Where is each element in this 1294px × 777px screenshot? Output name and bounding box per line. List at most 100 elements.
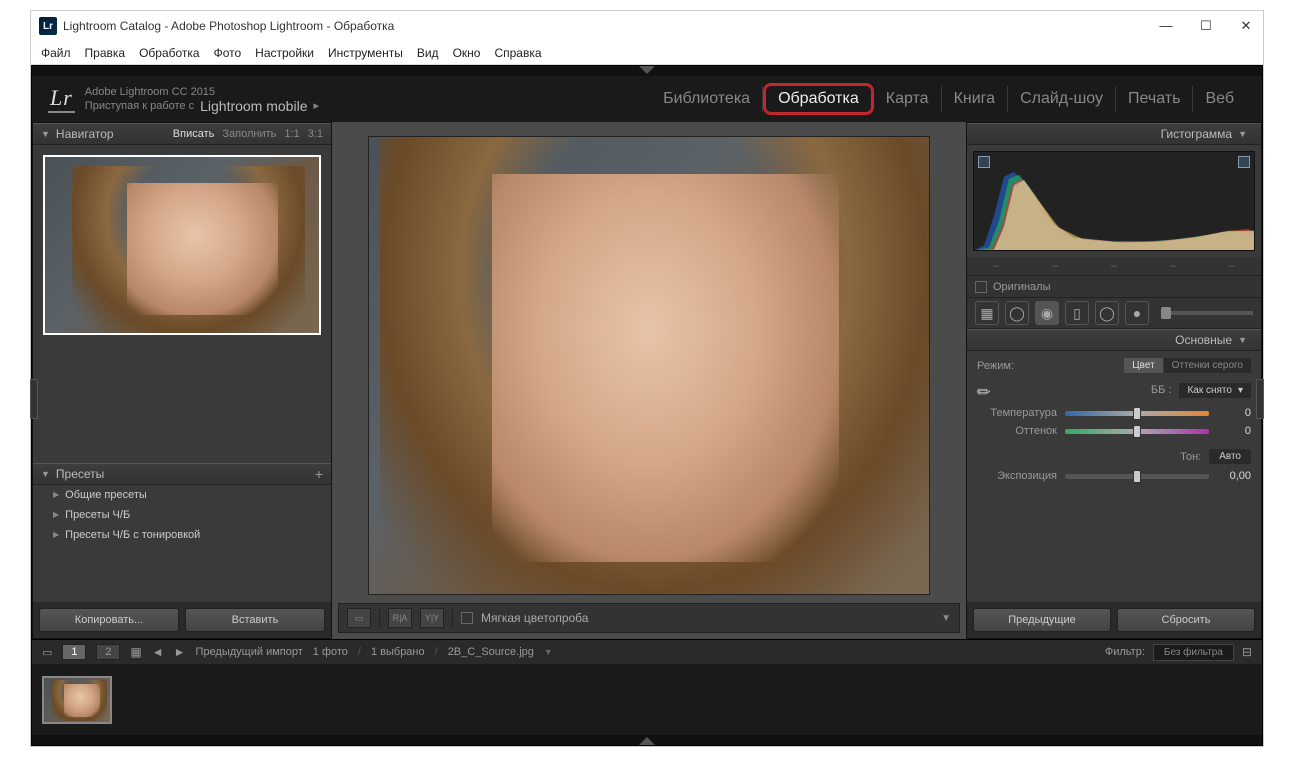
histogram-header[interactable]: Гистограмма ▼ xyxy=(967,123,1261,145)
paste-button[interactable]: Вставить xyxy=(185,608,325,632)
screen-2[interactable]: 2 xyxy=(96,644,120,660)
window-title: Lightroom Catalog - Adobe Photoshop Ligh… xyxy=(63,19,394,33)
tint-value[interactable]: 0 xyxy=(1217,425,1251,437)
header-mobile-link[interactable]: Приступая к работе с Lightroom mobile ▸ xyxy=(85,99,319,113)
chevron-down-icon: ▼ xyxy=(1238,129,1247,139)
develop-toolbar: ▭ R|A Y|Y Мягкая цветопроба ▼ xyxy=(338,603,960,633)
softproof-checkbox[interactable] xyxy=(461,612,473,624)
prev-arrow-icon[interactable]: ◄ xyxy=(152,645,164,659)
chevron-down-icon: ▼ xyxy=(1238,335,1247,345)
module-map[interactable]: Карта xyxy=(874,86,942,112)
expo-value[interactable]: 0,00 xyxy=(1217,470,1251,482)
toolbar-expand[interactable]: ▼ xyxy=(941,613,951,624)
filter-dropdown[interactable]: Без фильтра xyxy=(1153,644,1234,661)
menu-view[interactable]: Вид xyxy=(417,46,439,60)
menu-file[interactable]: Файл xyxy=(41,46,71,60)
thumbnail[interactable] xyxy=(42,676,112,724)
spot-tool[interactable]: ◯ xyxy=(1005,301,1029,325)
monitor-icon[interactable]: ▭ xyxy=(42,646,52,659)
eyedropper-icon[interactable]: ✎ xyxy=(972,374,1003,405)
top-edge[interactable] xyxy=(32,66,1262,76)
tint-slider[interactable] xyxy=(1065,429,1209,434)
loupe-view-button[interactable]: ▭ xyxy=(347,608,371,628)
filter-lock-icon[interactable]: ⊟ xyxy=(1242,645,1252,659)
before-after-lr-button[interactable]: R|A xyxy=(388,608,412,628)
right-panel-grip[interactable] xyxy=(1256,379,1264,419)
grid-icon[interactable]: ▦ xyxy=(130,645,141,659)
copy-button[interactable]: Копировать... xyxy=(39,608,179,632)
histogram[interactable] xyxy=(973,151,1255,251)
menu-tools[interactable]: Инструменты xyxy=(328,46,403,60)
add-preset-button[interactable]: + xyxy=(315,466,323,482)
temp-value[interactable]: 0 xyxy=(1217,407,1251,419)
preset-folder[interactable]: ▶Пресеты Ч/Б xyxy=(33,505,331,525)
auto-tone-button[interactable]: Авто xyxy=(1209,449,1251,464)
tint-label: Оттенок xyxy=(977,425,1057,437)
previous-button[interactable]: Предыдущие xyxy=(973,608,1111,632)
module-print[interactable]: Печать xyxy=(1116,86,1193,112)
tone-label: Тон: xyxy=(1180,451,1201,463)
left-panel-grip[interactable] xyxy=(30,379,38,419)
navigator-preview[interactable] xyxy=(43,155,321,335)
preset-folder[interactable]: ▶Пресеты Ч/Б с тонировкой xyxy=(33,525,331,545)
workspace: ▼ Навигатор Вписать Заполнить 1:1 3:1 ▼ … xyxy=(32,122,1262,639)
reset-button[interactable]: Сбросить xyxy=(1117,608,1255,632)
maximize-button[interactable]: ☐ xyxy=(1197,18,1215,34)
screen-1[interactable]: 1 xyxy=(62,644,86,660)
menu-develop[interactable]: Обработка xyxy=(139,46,200,60)
bottom-edge[interactable] xyxy=(32,735,1262,745)
nav-31[interactable]: 3:1 xyxy=(308,128,323,140)
mode-color[interactable]: Цвет xyxy=(1124,358,1162,373)
filmstrip: ▭ 1 2 ▦ ◄ ► Предыдущий импорт 1 фото / 1… xyxy=(32,639,1262,735)
module-slideshow[interactable]: Слайд-шоу xyxy=(1008,86,1116,112)
radial-tool[interactable]: ◯ xyxy=(1095,301,1119,325)
navigator-title: Навигатор xyxy=(56,127,114,141)
menu-window[interactable]: Окно xyxy=(453,46,481,60)
tool-strip: ▦ ◯ ◉ ▯ ◯ ● xyxy=(967,297,1261,329)
filmstrip-bar: ▭ 1 2 ▦ ◄ ► Предыдущий импорт 1 фото / 1… xyxy=(32,640,1262,664)
left-panel: ▼ Навигатор Вписать Заполнить 1:1 3:1 ▼ … xyxy=(32,122,332,639)
app-chrome: Lr Adobe Lightroom CC 2015 Приступая к р… xyxy=(31,65,1263,746)
thumbnail-strip[interactable] xyxy=(32,664,1262,735)
nav-fit[interactable]: Вписать xyxy=(173,128,215,140)
menu-settings[interactable]: Настройки xyxy=(255,46,314,60)
app-icon: Lr xyxy=(39,17,57,35)
menu-edit[interactable]: Правка xyxy=(85,46,126,60)
photo-count: 1 фото xyxy=(313,646,348,658)
close-button[interactable]: ✕ xyxy=(1237,18,1255,34)
originals-checkbox[interactable] xyxy=(975,281,987,293)
expo-slider[interactable] xyxy=(1065,474,1209,479)
wb-label: ББ : xyxy=(1151,384,1172,396)
basics-header[interactable]: Основные ▼ xyxy=(967,329,1261,351)
nav-fill[interactable]: Заполнить xyxy=(222,128,276,140)
menu-help[interactable]: Справка xyxy=(494,46,541,60)
mode-label: Режим: xyxy=(977,360,1014,372)
histogram-title: Гистограмма xyxy=(1161,127,1232,141)
preset-folder[interactable]: ▶Общие пресеты xyxy=(33,485,331,505)
originals-row[interactable]: Оригиналы xyxy=(967,275,1261,297)
tool-slider[interactable] xyxy=(1161,311,1253,315)
module-picker: Библиотека Обработка Карта Книга Слайд-ш… xyxy=(651,83,1246,115)
main-image[interactable] xyxy=(368,136,930,595)
module-book[interactable]: Книга xyxy=(942,86,1008,112)
wb-dropdown[interactable]: Как снято▾ xyxy=(1179,383,1251,398)
crop-tool[interactable]: ▦ xyxy=(975,301,999,325)
brush-tool[interactable]: ● xyxy=(1125,301,1149,325)
module-develop[interactable]: Обработка xyxy=(763,83,874,115)
temp-slider[interactable] xyxy=(1065,411,1209,416)
navigator-header[interactable]: ▼ Навигатор Вписать Заполнить 1:1 3:1 xyxy=(33,123,331,145)
temp-label: Температура xyxy=(977,407,1057,419)
next-arrow-icon[interactable]: ► xyxy=(174,645,186,659)
mode-gray[interactable]: Оттенки серого xyxy=(1164,358,1251,373)
nav-11[interactable]: 1:1 xyxy=(284,128,299,140)
module-web[interactable]: Веб xyxy=(1193,86,1246,112)
before-after-tb-button[interactable]: Y|Y xyxy=(420,608,444,628)
menu-photo[interactable]: Фото xyxy=(214,46,242,60)
presets-header[interactable]: ▼ Пресеты + xyxy=(33,463,331,485)
module-library[interactable]: Библиотека xyxy=(651,86,763,112)
gradient-tool[interactable]: ▯ xyxy=(1065,301,1089,325)
titlebar: Lr Lightroom Catalog - Adobe Photoshop L… xyxy=(31,11,1263,41)
source-label[interactable]: Предыдущий импорт xyxy=(196,646,303,658)
minimize-button[interactable]: — xyxy=(1157,18,1175,34)
redeye-tool[interactable]: ◉ xyxy=(1035,301,1059,325)
